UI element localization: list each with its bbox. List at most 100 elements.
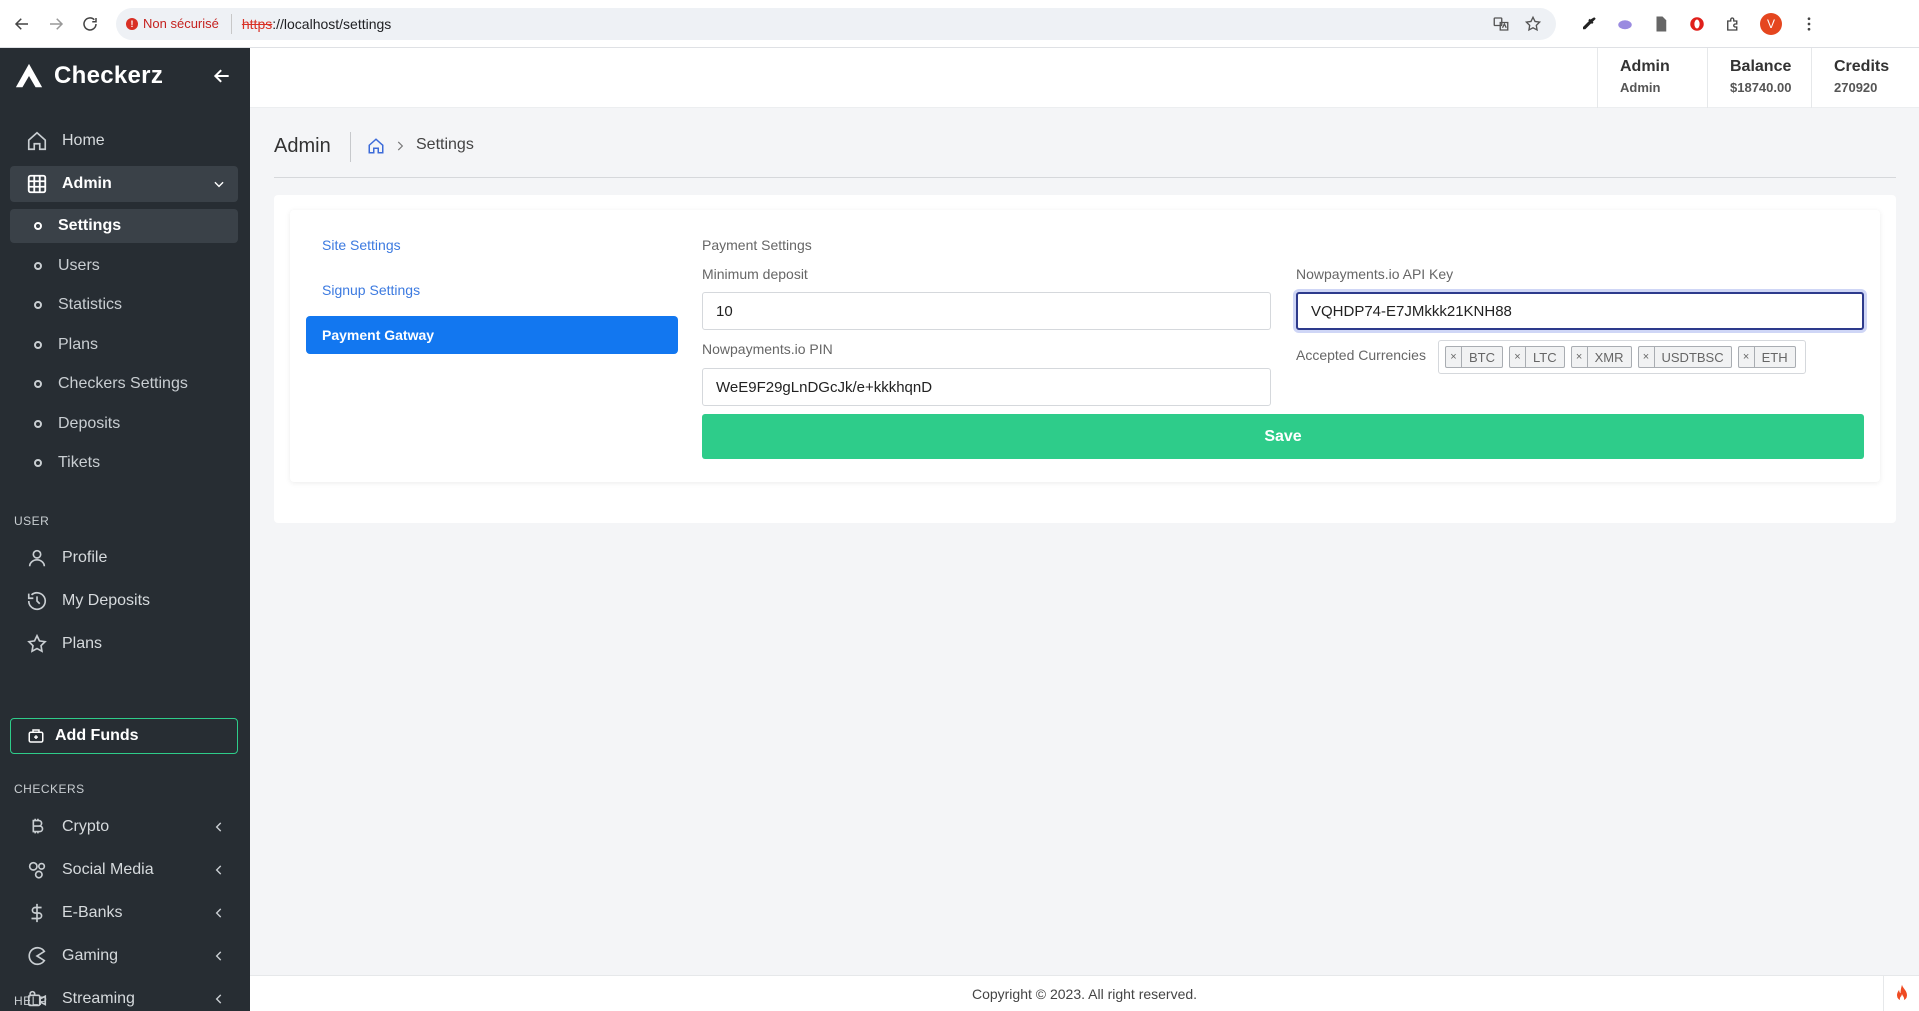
section-title: Payment Settings xyxy=(702,237,812,253)
save-button[interactable]: Save xyxy=(702,414,1864,459)
credits-value: 270920 xyxy=(1834,80,1878,95)
security-label: Non sécurisé xyxy=(143,16,219,31)
currencies-tag-input[interactable]: × BTC × LTC × XMR × USDTBSC × ETH xyxy=(1438,340,1806,374)
puzzle-icon[interactable] xyxy=(1724,15,1742,33)
sidebar-item-deposits[interactable]: Deposits xyxy=(10,407,238,441)
chevron-down-icon xyxy=(214,181,224,188)
api-key-input[interactable]: VQHDP74-E7JMkkk21KNH88 xyxy=(1296,292,1864,330)
pacman-icon xyxy=(28,946,46,966)
sidebar-item-users[interactable]: Users xyxy=(10,249,238,283)
reload-icon[interactable] xyxy=(78,12,102,36)
breadcrumb-current: Settings xyxy=(416,136,474,153)
sidebar-item-plans[interactable]: Plans xyxy=(10,328,238,362)
chevron-left-icon xyxy=(215,908,222,918)
credits-label: Credits xyxy=(1834,58,1890,75)
chevron-right-icon xyxy=(397,141,404,151)
sidebar-item-label: Tikets xyxy=(58,454,101,471)
sidebar-item-label: Profile xyxy=(62,549,108,566)
security-chip[interactable]: ! Non sécurisé xyxy=(126,13,232,34)
address-bar[interactable]: ! Non sécurisé https ://localhost/settin… xyxy=(116,7,1556,40)
browser-toolbar: ! Non sécurisé https ://localhost/settin… xyxy=(0,0,1919,48)
credits-stat: Credits 270920 xyxy=(1811,48,1919,108)
currency-tag: × XMR xyxy=(1570,346,1632,368)
chevron-left-icon xyxy=(215,951,222,961)
url-scheme: https xyxy=(241,15,273,32)
collapse-sidebar-icon[interactable] xyxy=(212,66,232,86)
sidebar-item-gaming[interactable]: Gaming xyxy=(10,938,238,974)
sidebar-item-statistics[interactable]: Statistics xyxy=(10,288,238,322)
sidebar-item-my-deposits[interactable]: My Deposits xyxy=(10,583,238,619)
min-deposit-label: Minimum deposit xyxy=(702,266,808,282)
tab-payment-gateway[interactable]: Payment Gatway xyxy=(306,316,678,354)
tab-site-settings[interactable]: Site Settings xyxy=(306,226,678,264)
user-icon xyxy=(28,549,46,567)
home-icon[interactable] xyxy=(367,137,385,155)
chevron-left-icon xyxy=(215,994,222,1004)
remove-tag-icon[interactable]: × xyxy=(1572,347,1588,367)
sidebar-item-label: Crypto xyxy=(62,818,110,835)
sidebar-item-home[interactable]: Home xyxy=(10,123,238,159)
section-label-user: USER xyxy=(14,514,50,528)
sidebar-item-e-banks[interactable]: E-Banks xyxy=(10,895,238,931)
extension-cloud-icon[interactable] xyxy=(1616,15,1634,33)
translate-icon[interactable] xyxy=(1492,15,1510,33)
pin-input[interactable]: WeE9F29gLnDGcJk/e+kkkhqnD xyxy=(702,368,1271,406)
section-label-checkers: CHECKERS xyxy=(14,782,85,796)
remove-tag-icon[interactable]: × xyxy=(1446,347,1462,367)
sidebar-item-label: Home xyxy=(62,132,105,149)
currency-tag: × USDTBSC xyxy=(1637,346,1732,368)
sidebar-item-checkers-settings[interactable]: Checkers Settings xyxy=(10,367,238,401)
back-icon[interactable] xyxy=(10,12,34,36)
profile-avatar[interactable]: V xyxy=(1760,12,1782,35)
sidebar-item-label: Social Media xyxy=(62,861,154,878)
pin-label: Nowpayments.io PIN xyxy=(702,341,833,357)
sidebar-item-crypto[interactable]: Crypto xyxy=(10,809,238,845)
sidebar-item-label: Plans xyxy=(58,336,99,353)
section-label-help: HELP xyxy=(14,994,48,1008)
grid-icon xyxy=(27,174,47,194)
add-funds-label: Add Funds xyxy=(55,727,139,744)
balance-value: $18740.00 xyxy=(1730,80,1792,95)
brand-name: Checkerz xyxy=(54,62,164,89)
remove-tag-icon[interactable]: × xyxy=(1510,347,1526,367)
opera-icon[interactable] xyxy=(1688,15,1706,33)
bullet-icon xyxy=(34,222,42,230)
tab-signup-settings[interactable]: Signup Settings xyxy=(306,271,678,309)
brand: Checkerz xyxy=(0,48,250,104)
sidebar-item-label: Deposits xyxy=(58,415,121,432)
history-icon xyxy=(27,592,47,611)
star-icon[interactable] xyxy=(1524,15,1542,33)
remove-tag-icon[interactable]: × xyxy=(1639,347,1655,367)
bullet-icon xyxy=(34,459,42,467)
forward-icon[interactable] xyxy=(44,12,68,36)
currency-tag: × ETH xyxy=(1737,346,1796,368)
currencies-label: Accepted Currencies xyxy=(1296,347,1426,363)
bullet-icon xyxy=(34,380,42,388)
user-role-label: Admin xyxy=(1620,58,1670,75)
sidebar-item-user-plans[interactable]: Plans xyxy=(10,626,238,662)
add-funds-button[interactable]: Add Funds xyxy=(10,718,238,754)
sidebar-item-admin[interactable]: Admin xyxy=(10,166,238,202)
bullet-icon xyxy=(34,420,42,428)
eyedropper-icon[interactable] xyxy=(1580,15,1598,33)
more-menu-icon[interactable] xyxy=(1800,15,1818,33)
top-header: Admin Admin Balance $18740.00 Credits 27… xyxy=(250,48,1919,108)
sidebar-item-label: Statistics xyxy=(58,296,123,313)
min-deposit-input[interactable]: 10 xyxy=(702,292,1271,330)
currency-tag: × LTC xyxy=(1509,346,1565,368)
bullet-icon xyxy=(34,341,42,349)
sidebar-item-label: Admin xyxy=(62,175,112,192)
divider xyxy=(274,177,1896,178)
user-menu[interactable]: Admin Admin xyxy=(1597,48,1707,108)
document-icon[interactable] xyxy=(1652,15,1670,33)
flame-icon[interactable] xyxy=(1883,976,1919,1011)
sidebar-item-social-media[interactable]: Social Media xyxy=(10,852,238,888)
sidebar-item-profile[interactable]: Profile xyxy=(10,540,238,576)
warning-icon: ! xyxy=(126,17,138,30)
remove-tag-icon[interactable]: × xyxy=(1739,347,1755,367)
sidebar-item-label: My Deposits xyxy=(62,592,151,609)
sidebar-item-tikets[interactable]: Tikets xyxy=(10,446,238,480)
sidebar-item-settings[interactable]: Settings xyxy=(10,209,238,243)
sidebar-item-label: Checkers Settings xyxy=(58,375,188,392)
footer: Copyright © 2023. All right reserved. xyxy=(250,975,1919,1011)
